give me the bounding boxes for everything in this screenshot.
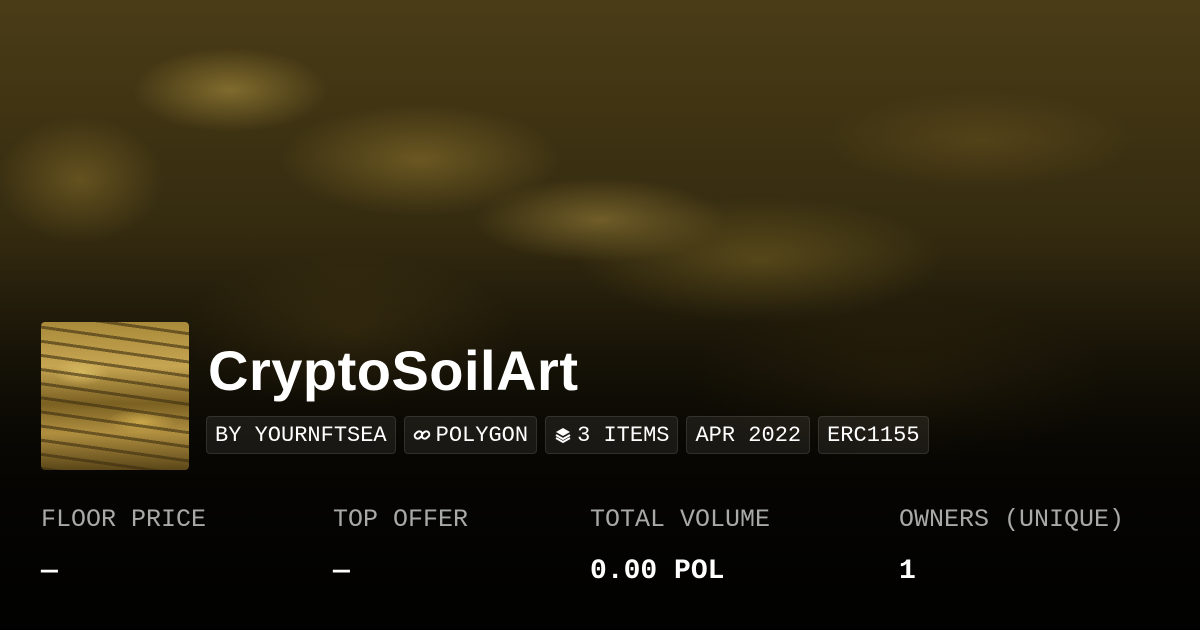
token-standard-tag: ERC1155 (818, 416, 929, 454)
collection-logo-image (41, 322, 189, 470)
link-icon (413, 430, 430, 440)
token-standard-tag-label: ERC1155 (827, 422, 920, 448)
stat-total-volume: TOTAL VOLUME 0.00 POL (590, 505, 770, 587)
collection-title: CryptoSoilArt (208, 339, 579, 402)
stat-label: FLOOR PRICE (41, 505, 207, 534)
stat-floor-price: FLOOR PRICE — (41, 505, 206, 587)
layers-icon (555, 428, 571, 444)
creator-tag-label: BY YOURNFTSEA (215, 422, 387, 448)
collection-stats: FLOOR PRICE — TOP OFFER — TOTAL VOLUME 0… (0, 505, 1200, 605)
stat-value: 0.00 POL (590, 556, 725, 587)
chain-tag[interactable]: POLYGON (403, 416, 538, 454)
stat-label: TOP OFFER (333, 505, 469, 534)
chain-tag-label: POLYGON (435, 422, 529, 448)
items-tag[interactable]: 3 ITEMS (545, 416, 679, 454)
stat-label: OWNERS (UNIQUE) (899, 505, 1125, 534)
stat-label: TOTAL VOLUME (590, 505, 771, 534)
stat-value: — (333, 556, 350, 587)
collection-tags: BY YOURNFTSEA POLYGON 3 ITEMS APR 2022 E… (206, 416, 929, 454)
stat-top-offer: TOP OFFER — (333, 505, 468, 587)
stat-value: 1 (899, 556, 916, 587)
items-tag-label: 3 ITEMS (577, 422, 670, 448)
date-tag-label: APR 2022 (695, 422, 802, 448)
stat-owners: OWNERS (UNIQUE) 1 (899, 505, 1124, 587)
creator-tag[interactable]: BY YOURNFTSEA (206, 416, 396, 454)
date-tag: APR 2022 (686, 416, 811, 454)
stat-value: — (41, 556, 58, 587)
